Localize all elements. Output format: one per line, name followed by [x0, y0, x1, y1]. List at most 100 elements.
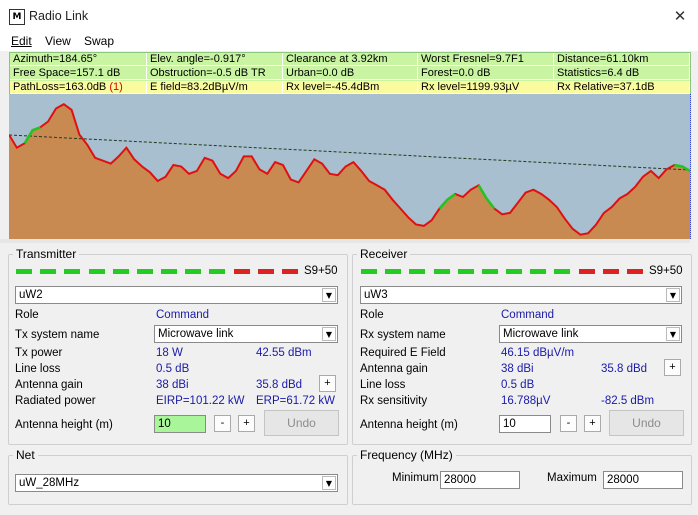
- tx-system-select[interactable]: Microwave link ▼: [154, 325, 338, 343]
- rx-efield-value: 46.15 dBµV/m: [501, 347, 575, 359]
- app-icon: M: [9, 9, 25, 25]
- tx-lineloss-value: 0.5 dB: [156, 363, 190, 375]
- meter-segment: [506, 269, 522, 274]
- rx-antenna-pattern-button[interactable]: +: [664, 359, 681, 376]
- rx-role-label: Role: [360, 309, 384, 321]
- meter-segment: [385, 269, 401, 274]
- meter-segment: [409, 269, 425, 274]
- tx-system-value: Microwave link: [158, 328, 234, 340]
- freq-max-input[interactable]: 28000: [603, 471, 683, 489]
- meter-segment: [89, 269, 105, 274]
- info-pathloss: PathLoss=163.0dB (1): [10, 81, 147, 94]
- info-row-1: Azimuth=184.65° Elev. angle=-0.917° Clea…: [10, 53, 690, 67]
- meter-segment: [16, 269, 32, 274]
- rx-height-input[interactable]: 10: [499, 415, 551, 433]
- rx-gain-dbd: 35.8 dBd: [601, 363, 648, 375]
- terrain-fill: [9, 104, 690, 239]
- rx-sens-label: Rx sensitivity: [360, 395, 428, 407]
- rx-station-value: uW3: [364, 289, 388, 301]
- window-title: Radio Link: [29, 9, 89, 23]
- title-bar: [0, 0, 698, 34]
- tx-role-label: Role: [15, 309, 39, 321]
- tx-lineloss-label: Line loss: [15, 363, 61, 375]
- terrain-profile-view[interactable]: [9, 94, 691, 239]
- rx-gain-label: Antenna gain: [360, 363, 428, 375]
- info-free-space: Free Space=157.1 dB: [10, 67, 147, 80]
- chevron-down-icon: ▼: [322, 288, 336, 302]
- chevron-down-icon: ▼: [666, 327, 680, 341]
- info-forest: Forest=0.0 dB: [418, 67, 554, 80]
- meter-segment: [579, 269, 595, 274]
- tx-signal-meter: [16, 269, 298, 274]
- meter-segment: [185, 269, 201, 274]
- rx-sens-dbm: -82.5 dBm: [601, 395, 655, 407]
- tx-power-dbm: 42.55 dBm: [256, 347, 312, 359]
- tx-role-value: Command: [156, 309, 210, 321]
- tx-system-label: Tx system name: [15, 329, 100, 341]
- info-urban: Urban=0.0 dB: [283, 67, 418, 80]
- tx-height-decrease-button[interactable]: -: [214, 415, 231, 432]
- info-pathloss-flag: (1): [109, 81, 123, 93]
- menu-swap[interactable]: Swap: [84, 34, 114, 48]
- rx-system-value: Microwave link: [503, 328, 579, 340]
- info-rx-level-dbm: Rx level=-45.4dBm: [283, 81, 418, 94]
- rx-role-value: Command: [501, 309, 555, 321]
- info-obstruction: Obstruction=-0.5 dB TR: [147, 67, 283, 80]
- info-pathloss-value: PathLoss=163.0dB: [13, 81, 107, 93]
- tx-height-label: Antenna height (m): [15, 419, 113, 431]
- close-icon[interactable]: ✕: [670, 6, 690, 26]
- terrain-profile-chart: [9, 103, 690, 239]
- tx-gain-dbd: 35.8 dBd: [256, 379, 303, 391]
- frequency-title: Frequency (MHz): [357, 448, 456, 462]
- meter-segment: [258, 269, 274, 274]
- menu-view-label: View: [45, 34, 71, 48]
- freq-min-input[interactable]: 28000: [440, 471, 520, 489]
- menu-view[interactable]: View: [45, 34, 71, 48]
- meter-segment: [530, 269, 546, 274]
- menu-edit[interactable]: Edit: [11, 34, 32, 48]
- rx-lineloss-label: Line loss: [360, 379, 406, 391]
- info-azimuth: Azimuth=184.65°: [10, 53, 147, 66]
- net-title: Net: [13, 448, 38, 462]
- info-worst-fresnel: Worst Fresnel=9.7F1: [418, 53, 554, 66]
- tx-height-input[interactable]: 10: [154, 415, 206, 433]
- meter-segment: [161, 269, 177, 274]
- tx-station-select[interactable]: uW2 ▼: [15, 286, 338, 304]
- rx-height-decrease-button[interactable]: -: [560, 415, 577, 432]
- info-efield: E field=83.2dBµV/m: [147, 81, 283, 94]
- rx-system-select[interactable]: Microwave link ▼: [499, 325, 682, 343]
- net-select[interactable]: uW_28MHz ▼: [15, 474, 338, 492]
- rx-height-increase-button[interactable]: +: [584, 415, 601, 432]
- rx-efield-label: Required E Field: [360, 347, 446, 359]
- menu-edit-label: Edit: [11, 34, 32, 48]
- info-rx-level-uv: Rx level=1199.93µV: [418, 81, 554, 94]
- rx-system-label: Rx system name: [360, 329, 446, 341]
- freq-min-label: Minimum: [392, 472, 439, 484]
- info-statistics: Statistics=6.4 dB: [554, 67, 690, 80]
- link-info-panel: Azimuth=184.65° Elev. angle=-0.917° Clea…: [9, 52, 691, 96]
- rx-signal-level: S9+50: [649, 265, 683, 277]
- rx-undo-button[interactable]: Undo: [609, 410, 684, 436]
- net-value: uW_28MHz: [19, 477, 80, 489]
- rx-lineloss-value: 0.5 dB: [501, 379, 535, 391]
- info-row-3: PathLoss=163.0dB (1) E field=83.2dBµV/m …: [10, 81, 690, 95]
- profile-scrollbar[interactable]: [0, 239, 690, 243]
- tx-gain-label: Antenna gain: [15, 379, 83, 391]
- tx-gain-dbi: 38 dBi: [156, 379, 189, 391]
- rx-height-label: Antenna height (m): [360, 419, 458, 431]
- tx-height-increase-button[interactable]: +: [238, 415, 255, 432]
- rx-signal-meter: [361, 269, 643, 274]
- meter-segment: [434, 269, 450, 274]
- tx-antenna-pattern-button[interactable]: +: [319, 375, 336, 392]
- meter-segment: [627, 269, 643, 274]
- rx-gain-dbi: 38 dBi: [501, 363, 534, 375]
- meter-segment: [282, 269, 298, 274]
- info-elevation: Elev. angle=-0.917°: [147, 53, 283, 66]
- meter-segment: [40, 269, 56, 274]
- tx-undo-button[interactable]: Undo: [264, 410, 339, 436]
- meter-segment: [137, 269, 153, 274]
- meter-segment: [209, 269, 225, 274]
- rx-station-select[interactable]: uW3 ▼: [360, 286, 682, 304]
- meter-segment: [554, 269, 570, 274]
- rx-sens-uv: 16.788µV: [501, 395, 551, 407]
